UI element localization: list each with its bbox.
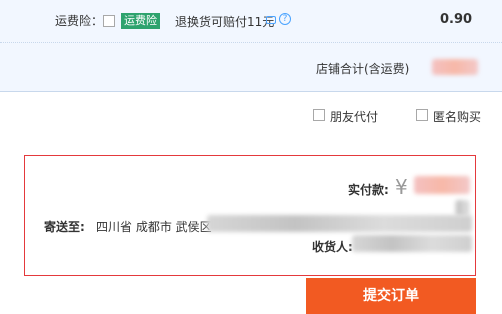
currency-symbol: ¥ xyxy=(395,175,408,199)
shipping-insurance-row: 运费险： 运费险 退换货可赔付11元 ? 0.90 xyxy=(0,0,502,42)
store-subtotal-label: 店铺合计(含运费) xyxy=(316,62,410,76)
recipient-label: 收货人: xyxy=(312,240,353,254)
shipping-insurance-label: 运费险： xyxy=(55,14,104,28)
friend-pay-checkbox[interactable] xyxy=(313,109,325,121)
shipping-insurance-checkbox[interactable] xyxy=(103,15,115,27)
anonymous-purchase-checkbox[interactable] xyxy=(416,109,428,121)
shipping-insurance-description: 退换货可赔付11元 xyxy=(175,15,275,29)
redacted-recipient xyxy=(352,235,472,252)
anonymous-purchase-label[interactable]: 匿名购买 xyxy=(433,108,481,125)
shipping-insurance-price: 0.90 xyxy=(440,12,473,27)
message-icon[interactable] xyxy=(266,16,276,24)
redacted-address-detail xyxy=(207,215,472,232)
help-icon[interactable]: ? xyxy=(279,13,291,25)
redacted-text xyxy=(455,200,469,216)
ship-to-label: 寄送至: xyxy=(44,220,85,234)
ship-to-address: 四川省 成都市 武侯区 xyxy=(96,220,212,234)
amount-paid-label: 实付款: xyxy=(348,183,389,197)
redacted-amount-paid xyxy=(414,176,470,194)
store-subtotal-row: 店铺合计(含运费) xyxy=(0,42,502,92)
redacted-subtotal-amount xyxy=(432,59,478,75)
shipping-insurance-badge: 运费险 xyxy=(121,13,160,29)
order-options-row: 朋友代付 匿名购买 xyxy=(0,92,502,138)
submit-order-button[interactable]: 提交订单 xyxy=(306,278,476,314)
friend-pay-label[interactable]: 朋友代付 xyxy=(330,108,378,125)
